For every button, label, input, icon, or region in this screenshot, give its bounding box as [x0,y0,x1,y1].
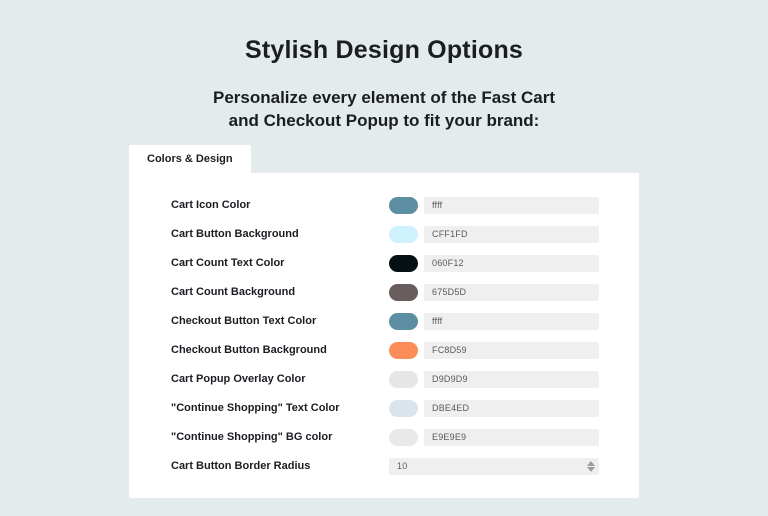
color-input[interactable]: E9E9E9 [424,429,599,446]
number-stepper[interactable] [587,461,595,472]
chevron-down-icon[interactable] [587,467,595,472]
color-swatch[interactable] [389,255,418,272]
setting-label: Cart Button Background [171,228,389,240]
setting-row: Cart Count Text Color 060F12 [171,255,619,272]
setting-row: Checkout Button Text Color ffff [171,313,619,330]
color-input[interactable]: ffff [424,197,599,214]
subtitle-line-2: and Checkout Popup to fit your brand: [229,111,540,130]
color-swatch[interactable] [389,429,418,446]
page-subtitle: Personalize every element of the Fast Ca… [213,87,555,133]
color-input[interactable]: DBE4ED [424,400,599,417]
color-input[interactable]: ffff [424,313,599,330]
chevron-up-icon[interactable] [587,461,595,466]
number-value: 10 [397,461,407,471]
page-title: Stylish Design Options [245,36,523,65]
setting-row: Checkout Button Background FC8D59 [171,342,619,359]
subtitle-line-1: Personalize every element of the Fast Ca… [213,88,555,107]
setting-row: Cart Button Background CFF1FD [171,226,619,243]
setting-label: Checkout Button Text Color [171,315,389,327]
setting-label: "Continue Shopping" Text Color [171,402,389,414]
setting-label: Cart Button Border Radius [171,460,389,472]
color-input[interactable]: CFF1FD [424,226,599,243]
setting-label: Cart Count Background [171,286,389,298]
setting-label: Cart Count Text Color [171,257,389,269]
color-swatch[interactable] [389,197,418,214]
settings-panel: Cart Icon Color ffff Cart Button Backgro… [129,173,639,498]
setting-row: Cart Popup Overlay Color D9D9D9 [171,371,619,388]
settings-panel-area: Colors & Design Cart Icon Color ffff Car… [129,145,639,498]
number-input[interactable]: 10 [389,458,599,475]
color-swatch[interactable] [389,313,418,330]
color-swatch[interactable] [389,226,418,243]
setting-label: Cart Icon Color [171,199,389,211]
setting-label: "Continue Shopping" BG color [171,431,389,443]
setting-row: Cart Count Background 675D5D [171,284,619,301]
color-swatch[interactable] [389,400,418,417]
color-input[interactable]: 675D5D [424,284,599,301]
setting-label: Checkout Button Background [171,344,389,356]
color-input[interactable]: D9D9D9 [424,371,599,388]
setting-row: Cart Button Border Radius 10 [171,458,619,475]
color-swatch[interactable] [389,284,418,301]
setting-row: "Continue Shopping" BG color E9E9E9 [171,429,619,446]
setting-label: Cart Popup Overlay Color [171,373,389,385]
color-swatch[interactable] [389,371,418,388]
color-input[interactable]: 060F12 [424,255,599,272]
setting-row: Cart Icon Color ffff [171,197,619,214]
color-swatch[interactable] [389,342,418,359]
tab-colors-design[interactable]: Colors & Design [129,145,251,173]
color-input[interactable]: FC8D59 [424,342,599,359]
setting-row: "Continue Shopping" Text Color DBE4ED [171,400,619,417]
